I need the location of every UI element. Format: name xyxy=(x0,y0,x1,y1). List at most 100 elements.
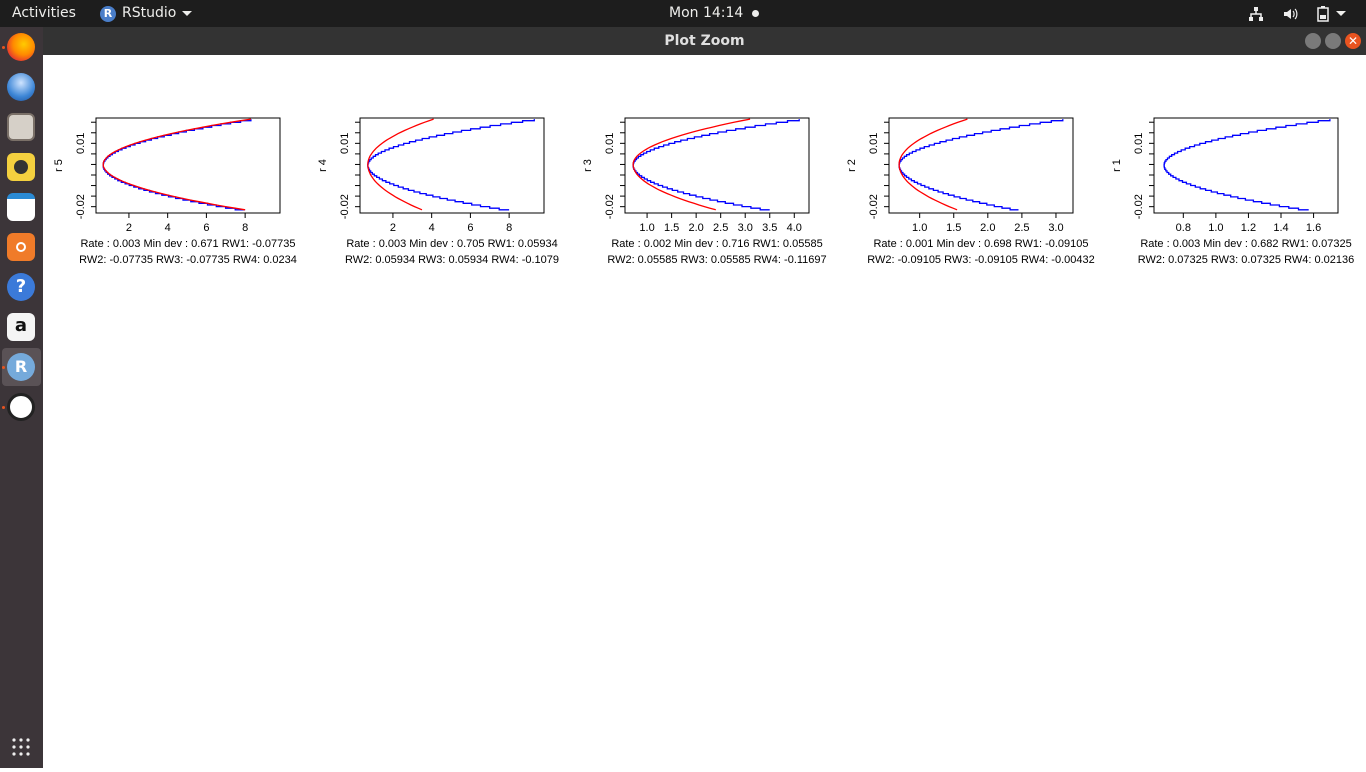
x-tick-label: 6 xyxy=(467,222,473,234)
x-tick-label: 4.0 xyxy=(787,222,802,234)
x-tick-label: 2.0 xyxy=(688,222,703,234)
y-tick-label: 0.01 xyxy=(1133,133,1145,154)
running-indicator xyxy=(2,366,5,369)
notification-dot-icon xyxy=(751,9,759,17)
chevron-down-icon xyxy=(1336,11,1346,16)
software-updater-icon[interactable] xyxy=(7,393,35,421)
x-tick-label: 3.5 xyxy=(762,222,777,234)
x-tick-label: 3.0 xyxy=(1048,222,1063,234)
y-axis-label: r 5 xyxy=(53,159,65,172)
y-tick-label: -0.02 xyxy=(339,194,351,219)
y-tick-label: 0.01 xyxy=(604,133,616,154)
plot-frame xyxy=(359,117,545,214)
x-tick-label: 2.0 xyxy=(980,222,995,234)
firefox-icon[interactable] xyxy=(7,33,35,61)
plot-caption-line-2: RW2: 0.07325 RW3: 0.07325 RW4: 0.02136 xyxy=(1138,254,1354,266)
plot-caption-line-1: Rate : 0.002 Min dev : 0.716 RW1: 0.0558… xyxy=(611,238,822,250)
ubuntu-software-icon[interactable] xyxy=(7,233,35,261)
plot-caption-line-1: Rate : 0.003 Min dev : 0.671 RW1: -0.077… xyxy=(80,238,295,250)
files-icon[interactable] xyxy=(7,113,35,141)
chevron-down-icon xyxy=(182,11,193,16)
y-tick-label: 0.01 xyxy=(339,133,351,154)
plot-panel-4: -0.02 0.01 r 2 1.0 1.5 2.0 2.5 3.0 Rate : 0.001 … xyxy=(846,117,1095,266)
series-line-2 xyxy=(367,118,434,211)
x-tick-label: 6 xyxy=(203,222,209,234)
x-tick-label: 2.5 xyxy=(1014,222,1029,234)
activities-button[interactable]: Activities xyxy=(12,0,76,27)
thunderbird-icon[interactable] xyxy=(7,73,35,101)
x-tick-label: 1.4 xyxy=(1273,222,1288,234)
y-tick-label: -0.02 xyxy=(868,194,880,219)
app-menu-label: RStudio xyxy=(122,5,177,21)
close-button[interactable]: ✕ xyxy=(1345,33,1361,49)
clock-label: Mon 14:14 xyxy=(669,5,744,21)
plot-panel-2: -0.02 0.01 r 4 2 4 6 8 Rate : 0.003 Min dev : 0… xyxy=(317,117,559,266)
x-tick-label: 1.0 xyxy=(1208,222,1223,234)
x-tick-label: 2.5 xyxy=(713,222,728,234)
running-indicator xyxy=(2,46,5,49)
x-tick-label: 1.2 xyxy=(1241,222,1256,234)
plot-zoom-content: -0.02 0.01 r 5 2 4 6 8 Rate : 0.003 Min dev : 0… xyxy=(43,55,1366,768)
rstudio-icon[interactable]: R xyxy=(7,353,35,381)
x-tick-label: 4 xyxy=(165,222,171,234)
running-indicator xyxy=(2,406,5,409)
x-tick-label: 8 xyxy=(506,222,512,234)
x-tick-label: 4 xyxy=(429,222,435,234)
window-title: Plot Zoom xyxy=(664,33,745,49)
plot-caption-line-1: Rate : 0.003 Min dev : 0.705 RW1: 0.0593… xyxy=(346,238,557,250)
plot-caption-line-2: RW2: -0.07735 RW3: -0.07735 RW4: 0.0234 xyxy=(79,254,297,266)
series-line-1 xyxy=(632,119,800,211)
x-tick-label: 1.5 xyxy=(664,222,679,234)
plot-frame xyxy=(95,117,281,214)
x-tick-label: 2 xyxy=(126,222,132,234)
y-axis-label: r 3 xyxy=(582,159,594,172)
top-bar: Activities R RStudio Mon 14:14 xyxy=(0,0,1366,27)
x-tick-label: 1.5 xyxy=(946,222,961,234)
plot-panel-5: -0.02 0.01 r 1 0.8 1.0 1.2 1.4 1.6 Rate : 0.003 … xyxy=(1111,117,1354,266)
x-tick-label: 8 xyxy=(242,222,248,234)
plot-caption-line-1: Rate : 0.003 Min dev : 0.682 RW1: 0.0732… xyxy=(1140,238,1351,250)
plot-panel-3: -0.02 0.01 r 3 1.0 1.5 2.0 2.5 3.0 3.5 4.0 Rate : … xyxy=(582,117,827,266)
amazon-icon[interactable]: a xyxy=(7,313,35,341)
series-line-2 xyxy=(102,118,251,211)
volume-icon xyxy=(1284,8,1298,19)
app-menu[interactable]: R RStudio xyxy=(100,0,193,27)
plot-canvas: -0.02 0.01 r 5 2 4 6 8 Rate : 0.003 Min dev : 0… xyxy=(53,117,1354,266)
y-axis-label: r 2 xyxy=(846,159,858,172)
plot-frame xyxy=(888,117,1074,214)
system-menu[interactable] xyxy=(1248,0,1346,27)
libreoffice-writer-icon[interactable] xyxy=(7,193,35,221)
y-tick-label: 0.01 xyxy=(868,133,880,154)
clock[interactable]: Mon 14:14 xyxy=(669,0,759,27)
rhythmbox-icon[interactable] xyxy=(7,153,35,181)
x-tick-label: 1.6 xyxy=(1306,222,1321,234)
y-tick-label: -0.02 xyxy=(75,194,87,219)
series-line-2 xyxy=(632,118,751,211)
maximize-button[interactable] xyxy=(1325,33,1341,49)
show-applications-icon[interactable] xyxy=(7,733,35,761)
x-tick-label: 1.0 xyxy=(912,222,927,234)
network-icon xyxy=(1249,6,1263,21)
y-tick-label: -0.02 xyxy=(1133,194,1145,219)
series-line-2 xyxy=(898,118,968,211)
minimize-button[interactable] xyxy=(1305,33,1321,49)
x-tick-label: 0.8 xyxy=(1176,222,1191,234)
plot-caption-line-1: Rate : 0.001 Min dev : 0.698 RW1: -0.091… xyxy=(873,238,1088,250)
plot-caption-line-2: RW2: 0.05585 RW3: 0.05585 RW4: -0.11697 xyxy=(607,254,826,266)
y-axis-label: r 1 xyxy=(1111,159,1123,172)
plot-frame xyxy=(624,117,810,214)
dock: ? a R xyxy=(0,27,43,768)
y-tick-label: -0.02 xyxy=(604,194,616,219)
series-line-1 xyxy=(898,119,1064,211)
plot-caption-line-2: RW2: 0.05934 RW3: 0.05934 RW4: -0.1079 xyxy=(345,254,559,266)
help-icon[interactable]: ? xyxy=(7,273,35,301)
x-tick-label: 1.0 xyxy=(639,222,654,234)
y-tick-label: 0.01 xyxy=(75,133,87,154)
series-line-1 xyxy=(1163,119,1331,211)
y-axis-label: r 4 xyxy=(317,159,329,172)
plot-panel-1: -0.02 0.01 r 5 2 4 6 8 Rate : 0.003 Min dev : 0… xyxy=(53,117,297,266)
x-tick-label: 3.0 xyxy=(738,222,753,234)
window-titlebar[interactable]: Plot Zoom ✕ xyxy=(43,27,1366,55)
battery-icon xyxy=(1317,5,1329,22)
x-tick-label: 2 xyxy=(390,222,396,234)
